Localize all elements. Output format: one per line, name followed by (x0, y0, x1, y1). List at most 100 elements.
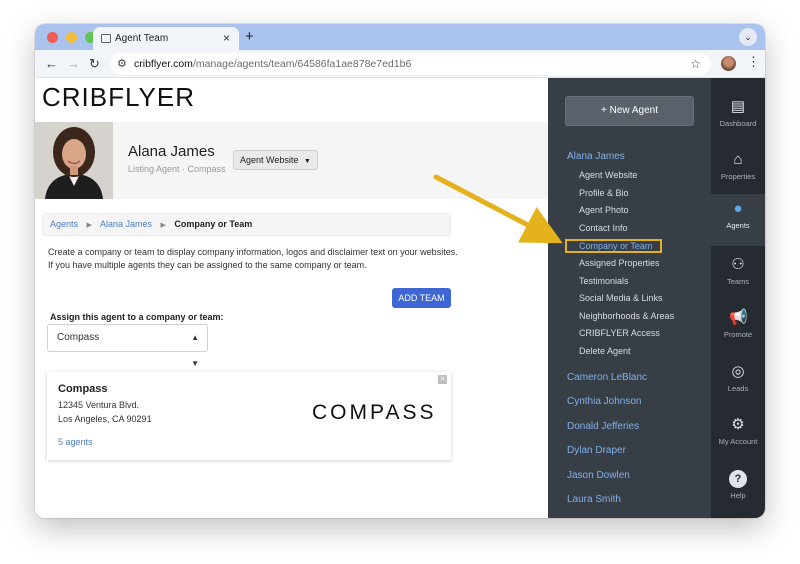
close-tab-icon[interactable]: × (223, 31, 230, 45)
menu-testimonials[interactable]: Testimonials (579, 276, 629, 286)
menu-company-or-team[interactable]: Company or Team (565, 239, 662, 253)
back-arrow-icon[interactable]: ← (45, 56, 58, 71)
company-address-line-1: 12345 Ventura Blvd. (58, 400, 140, 410)
url-path: /manage/agents/team/64586fa1ae878e7ed1b6 (192, 58, 412, 70)
rail-promote-label: Promote (723, 330, 753, 339)
agents-panel: + New Agent Alana James Agent Website Pr… (548, 78, 711, 518)
company-agents-link[interactable]: 5 agents (58, 437, 93, 447)
new-agent-label: New Agent (609, 105, 658, 116)
company-select[interactable]: Compass ▲ ▼ (47, 324, 208, 368)
chevron-down-icon[interactable]: ⌄ (739, 28, 757, 46)
company-address-line-2: Los Angeles, CA 90291 (58, 414, 152, 424)
browser-toolbar: ← → ↻ ⚙ cribflyer.com/manage/agents/team… (35, 50, 765, 78)
rail-agents[interactable]: ● Agents (711, 194, 765, 246)
main-area: CRIBFLYER Alana James Listing Agent · Co… (35, 78, 548, 518)
tab-title: Agent Team (115, 33, 169, 44)
caret-down-icon: ▼ (303, 158, 311, 165)
agent-subtitle: Listing Agent · Compass (128, 164, 226, 174)
menu-agent-photo[interactable]: Agent Photo (579, 205, 629, 215)
agent-portrait-image (35, 122, 113, 199)
rail-leads-label: Leads (727, 384, 749, 393)
help-icon: ? (729, 470, 747, 488)
remove-company-icon[interactable]: ✕ (438, 375, 447, 384)
gear-icon: ⚙ (731, 416, 745, 433)
breadcrumb-agents[interactable]: Agents (50, 219, 78, 229)
address-bar[interactable]: ⚙ cribflyer.com/manage/agents/team/64586… (110, 53, 711, 75)
menu-agent-website[interactable]: Agent Website (579, 170, 637, 180)
caret-right-icon: ▶ (160, 222, 166, 229)
menu-profile-bio[interactable]: Profile & Bio (579, 188, 629, 198)
url-host: cribflyer.com (134, 58, 193, 70)
current-agent-link[interactable]: Alana James (567, 151, 625, 162)
assign-label: Assign this agent to a company or team: (50, 312, 224, 322)
reload-icon[interactable]: ↻ (89, 56, 100, 72)
description-line-1: Create a company or team to display comp… (48, 247, 458, 257)
menu-delete-agent[interactable]: Delete Agent (579, 346, 631, 356)
rail-properties[interactable]: ⌂ Properties (711, 145, 765, 197)
rail-promote[interactable]: 📢 Promote (711, 303, 765, 355)
menu-assigned-properties[interactable]: Assigned Properties (579, 258, 660, 268)
agent-person-icon: ● (733, 200, 743, 217)
properties-icon: ⌂ (733, 151, 743, 168)
rail-leads[interactable]: ◎ Leads (711, 357, 765, 409)
page-content: CRIBFLYER Alana James Listing Agent · Co… (35, 78, 765, 518)
rail-my-account[interactable]: ⚙ My Account (711, 410, 765, 462)
company-select-value: Compass (57, 332, 100, 343)
agent-link[interactable]: Cynthia Johnson (567, 396, 642, 407)
site-settings-icon[interactable]: ⚙ (117, 53, 127, 75)
breadcrumb: Agents ▶ Alana James ▶ Company or Team (42, 213, 451, 236)
rail-dashboard-label: Dashboard (719, 119, 757, 128)
rail-dashboard[interactable]: ▤ Dashboard (711, 92, 765, 144)
side-rail: ▤ Dashboard ⌂ Properties ● Agents ⚇ Team… (711, 78, 765, 518)
menu-cribflyer-access[interactable]: CRIBFLYER Access (579, 328, 660, 338)
rail-help[interactable]: ? Help (711, 464, 765, 516)
menu-social-media[interactable]: Social Media & Links (579, 293, 663, 303)
agent-link[interactable]: Cameron LeBlanc (567, 372, 647, 383)
company-name: Compass (58, 383, 108, 395)
breadcrumb-agent[interactable]: Alana James (100, 219, 152, 229)
rail-properties-label: Properties (720, 172, 756, 181)
rail-help-label: Help (730, 491, 746, 500)
rail-my-account-label: My Account (718, 437, 758, 446)
profile-avatar[interactable] (721, 56, 736, 71)
target-icon: ◎ (731, 363, 745, 380)
close-window-button[interactable] (47, 32, 58, 43)
agent-profile-header: Alana James Listing Agent · Compass Agen… (35, 122, 548, 199)
add-team-button[interactable]: ADD TEAM (392, 288, 451, 308)
title-bar: Agent Team × + ⌄ (35, 24, 765, 50)
image-icon (101, 34, 111, 43)
agent-link[interactable]: Jason Dowlen (567, 470, 630, 481)
browser-window: Agent Team × + ⌄ ← → ↻ ⚙ cribflyer.com/m… (35, 24, 765, 518)
plus-icon: + (601, 105, 607, 116)
window-controls (47, 32, 96, 43)
megaphone-icon: 📢 (729, 309, 748, 326)
browser-tab[interactable]: Agent Team × (93, 27, 239, 50)
minimize-window-button[interactable] (66, 32, 77, 43)
agent-photo (35, 122, 113, 199)
rail-teams-label: Teams (726, 277, 750, 286)
agent-name: Alana James (128, 143, 215, 160)
description-line-2: If you have multiple agents they can be … (48, 260, 367, 270)
new-agent-button[interactable]: + New Agent (565, 96, 694, 126)
page-description: Create a company or team to display comp… (48, 246, 458, 272)
menu-contact-info[interactable]: Contact Info (579, 223, 628, 233)
caret-right-icon: ▶ (86, 222, 92, 229)
agent-website-dropdown[interactable]: Agent Website ▼ (233, 150, 318, 170)
rail-teams[interactable]: ⚇ Teams (711, 250, 765, 302)
more-menu-icon[interactable]: ⋮ (747, 54, 760, 70)
new-tab-icon[interactable]: + (245, 28, 254, 45)
rail-agents-label: Agents (726, 221, 750, 230)
select-arrows-icon: ▲ ▼ (191, 333, 199, 368)
bookmark-star-icon[interactable]: ☆ (690, 53, 701, 75)
menu-neighborhoods[interactable]: Neighborhoods & Areas (579, 311, 674, 321)
teams-icon: ⚇ (731, 256, 745, 273)
company-card: ✕ Compass 12345 Ventura Blvd. Los Angele… (47, 372, 451, 460)
agent-link[interactable]: Donald Jefferies (567, 421, 639, 432)
agent-link[interactable]: Laura Smith (567, 494, 621, 505)
site-logo[interactable]: CRIBFLYER (42, 82, 195, 113)
forward-arrow-icon[interactable]: → (67, 56, 80, 71)
company-logo: COMPASS (312, 401, 437, 424)
agent-link[interactable]: Dylan Draper (567, 445, 626, 456)
dashboard-icon: ▤ (730, 98, 746, 115)
agent-website-label: Agent Website (240, 155, 299, 165)
